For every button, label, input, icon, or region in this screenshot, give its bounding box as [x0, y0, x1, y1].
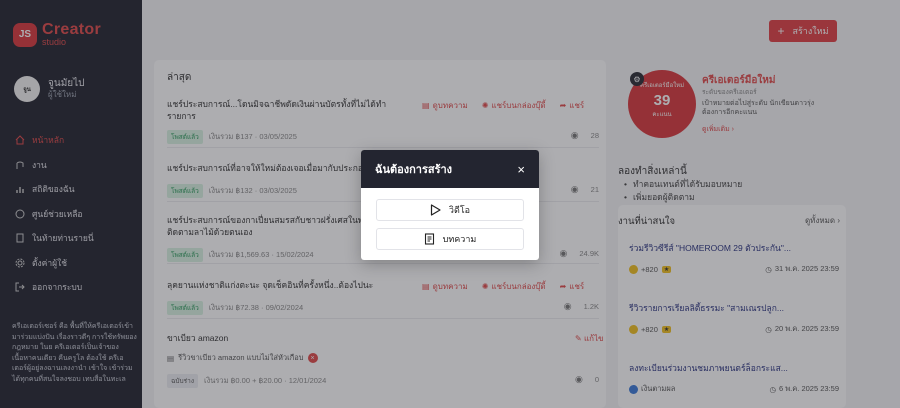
create-article-button[interactable]: บทความ [376, 228, 524, 250]
article-icon [424, 233, 435, 245]
play-icon [430, 204, 441, 216]
close-icon[interactable]: × [517, 162, 525, 177]
create-modal: ฉันต้องการสร้าง × วิดีโอ บทความ [361, 150, 539, 260]
modal-header: ฉันต้องการสร้าง × [361, 150, 539, 188]
create-video-button[interactable]: วิดีโอ [376, 199, 524, 221]
modal-title: ฉันต้องการสร้าง [375, 164, 453, 176]
